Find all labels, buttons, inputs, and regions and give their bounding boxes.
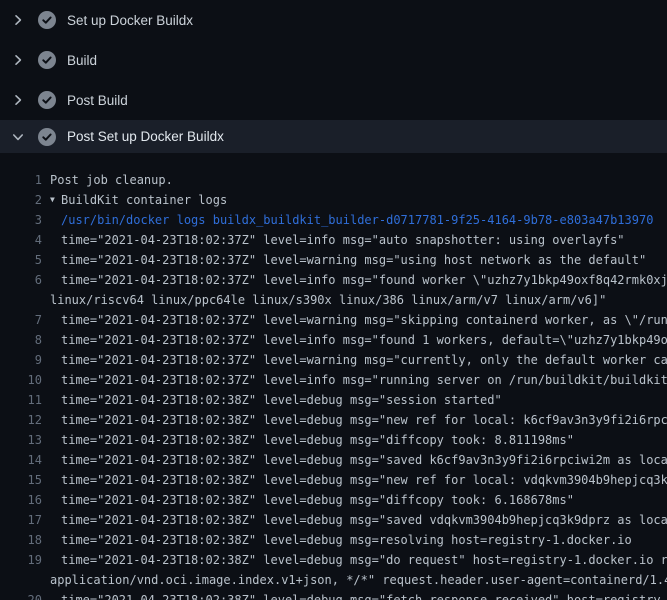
log-line-text: time="2021-04-23T18:02:37Z" level=warnin… <box>42 250 646 270</box>
actions-log-viewer: Set up Docker Buildx Build Post Buil <box>0 0 667 600</box>
step-row-set-up-docker-buildx[interactable]: Set up Docker Buildx <box>0 0 667 40</box>
log-area: 1 ▼ Post job cleanup. 2 ▼ BuildKit conta… <box>0 153 667 600</box>
chevron-icon <box>10 129 26 145</box>
log-line: 16 ▼ time="2021-04-23T18:02:38Z" level=d… <box>0 490 667 510</box>
log-line: 12 ▼ time="2021-04-23T18:02:38Z" level=d… <box>0 410 667 430</box>
steps-list: Set up Docker Buildx Build Post Buil <box>0 0 667 153</box>
step-row-post-build[interactable]: Post Build <box>0 80 667 120</box>
log-line: 4 ▼ time="2021-04-23T18:02:37Z" level=in… <box>0 230 667 250</box>
log-line-number: 15 <box>0 470 42 490</box>
log-line[interactable]: 2 ▼ BuildKit container logs <box>0 190 667 210</box>
log-line-text: time="2021-04-23T18:02:38Z" level=debug … <box>42 550 667 570</box>
log-line-text: time="2021-04-23T18:02:37Z" level=warnin… <box>42 350 667 370</box>
log-line-text: time="2021-04-23T18:02:38Z" level=debug … <box>42 470 667 490</box>
check-circle-icon <box>38 128 56 146</box>
log-line: ▼ application/vnd.oci.image.index.v1+jso… <box>0 570 667 590</box>
log-line: 10 ▼ time="2021-04-23T18:02:37Z" level=i… <box>0 370 667 390</box>
log-line-text: time="2021-04-23T18:02:38Z" level=debug … <box>42 390 502 410</box>
log-line-text: time="2021-04-23T18:02:37Z" level=info m… <box>42 230 625 250</box>
log-line-number: 14 <box>0 450 42 470</box>
log-line-text: time="2021-04-23T18:02:37Z" level=info m… <box>42 270 667 290</box>
log-line-number: 2 <box>0 190 42 210</box>
log-line: 3 ▼ /usr/bin/docker logs buildx_buildkit… <box>0 210 667 230</box>
log-line-number: 13 <box>0 430 42 450</box>
log-line-number: 11 <box>0 390 42 410</box>
log-line-text: time="2021-04-23T18:02:38Z" level=debug … <box>42 410 667 430</box>
log-line-number: 1 <box>0 170 42 190</box>
step-label: Build <box>67 53 97 68</box>
log-line-number: 4 <box>0 230 42 250</box>
check-circle-icon <box>38 91 56 109</box>
log-line-number: 19 <box>0 550 42 570</box>
log-line-number: 3 <box>0 210 42 230</box>
log-line: 7 ▼ time="2021-04-23T18:02:37Z" level=wa… <box>0 310 667 330</box>
log-line-number: 12 <box>0 410 42 430</box>
log-line-text: time="2021-04-23T18:02:38Z" level=debug … <box>42 450 667 470</box>
log-line-number: 8 <box>0 330 42 350</box>
step-label: Set up Docker Buildx <box>67 13 193 28</box>
log-line-text: time="2021-04-23T18:02:37Z" level=info m… <box>42 370 667 390</box>
step-label: Post Build <box>67 93 128 108</box>
log-line-number: 18 <box>0 530 42 550</box>
log-line: 13 ▼ time="2021-04-23T18:02:38Z" level=d… <box>0 430 667 450</box>
log-line: 20 ▼ time="2021-04-23T18:02:38Z" level=d… <box>0 590 667 600</box>
log-line-text: time="2021-04-23T18:02:38Z" level=debug … <box>42 510 667 530</box>
log-line: 19 ▼ time="2021-04-23T18:02:38Z" level=d… <box>0 550 667 570</box>
log-line: 1 ▼ Post job cleanup. <box>0 170 667 190</box>
log-line: 5 ▼ time="2021-04-23T18:02:37Z" level=wa… <box>0 250 667 270</box>
log-line: 17 ▼ time="2021-04-23T18:02:38Z" level=d… <box>0 510 667 530</box>
log-line: 11 ▼ time="2021-04-23T18:02:38Z" level=d… <box>0 390 667 410</box>
step-row-build[interactable]: Build <box>0 40 667 80</box>
chevron-icon <box>10 52 26 68</box>
chevron-icon <box>10 12 26 28</box>
log-line-number: 7 <box>0 310 42 330</box>
log-line: 18 ▼ time="2021-04-23T18:02:38Z" level=d… <box>0 530 667 550</box>
log-line-text: time="2021-04-23T18:02:38Z" level=debug … <box>42 490 574 510</box>
log-line: 14 ▼ time="2021-04-23T18:02:38Z" level=d… <box>0 450 667 470</box>
log-line-text: application/vnd.oci.image.index.v1+json,… <box>42 570 667 590</box>
step-label: Post Set up Docker Buildx <box>67 129 224 144</box>
log-line-text: time="2021-04-23T18:02:38Z" level=debug … <box>42 530 632 550</box>
log-line-number <box>0 570 42 590</box>
log-line-text: linux/riscv64 linux/ppc64le linux/s390x … <box>42 290 606 310</box>
log-line: ▼ linux/riscv64 linux/ppc64le linux/s390… <box>0 290 667 310</box>
log-line-text: /usr/bin/docker logs buildx_buildkit_bui… <box>42 210 653 230</box>
log-line-number <box>0 290 42 310</box>
log-line-text: time="2021-04-23T18:02:37Z" level=info m… <box>42 330 667 350</box>
log-line-text: BuildKit container logs <box>61 190 227 210</box>
log-line: 15 ▼ time="2021-04-23T18:02:38Z" level=d… <box>0 470 667 490</box>
check-circle-icon <box>38 11 56 29</box>
log-line-number: 20 <box>0 590 42 600</box>
log-line: 6 ▼ time="2021-04-23T18:02:37Z" level=in… <box>0 270 667 290</box>
log-line-text: time="2021-04-23T18:02:37Z" level=warnin… <box>42 310 667 330</box>
log-line-number: 9 <box>0 350 42 370</box>
log-line-text: time="2021-04-23T18:02:38Z" level=debug … <box>42 590 667 600</box>
group-caret-icon[interactable]: ▼ <box>50 190 61 210</box>
step-row-post-set-up-docker-buildx[interactable]: Post Set up Docker Buildx <box>0 120 667 153</box>
log-line-number: 10 <box>0 370 42 390</box>
check-circle-icon <box>38 51 56 69</box>
log-line-number: 17 <box>0 510 42 530</box>
log-line-text: Post job cleanup. <box>42 170 173 190</box>
chevron-icon <box>10 92 26 108</box>
log-line-number: 6 <box>0 270 42 290</box>
log-line-text: time="2021-04-23T18:02:38Z" level=debug … <box>42 430 574 450</box>
log-line-number: 16 <box>0 490 42 510</box>
log-line-number: 5 <box>0 250 42 270</box>
log-line: 8 ▼ time="2021-04-23T18:02:37Z" level=in… <box>0 330 667 350</box>
log-line: 9 ▼ time="2021-04-23T18:02:37Z" level=wa… <box>0 350 667 370</box>
